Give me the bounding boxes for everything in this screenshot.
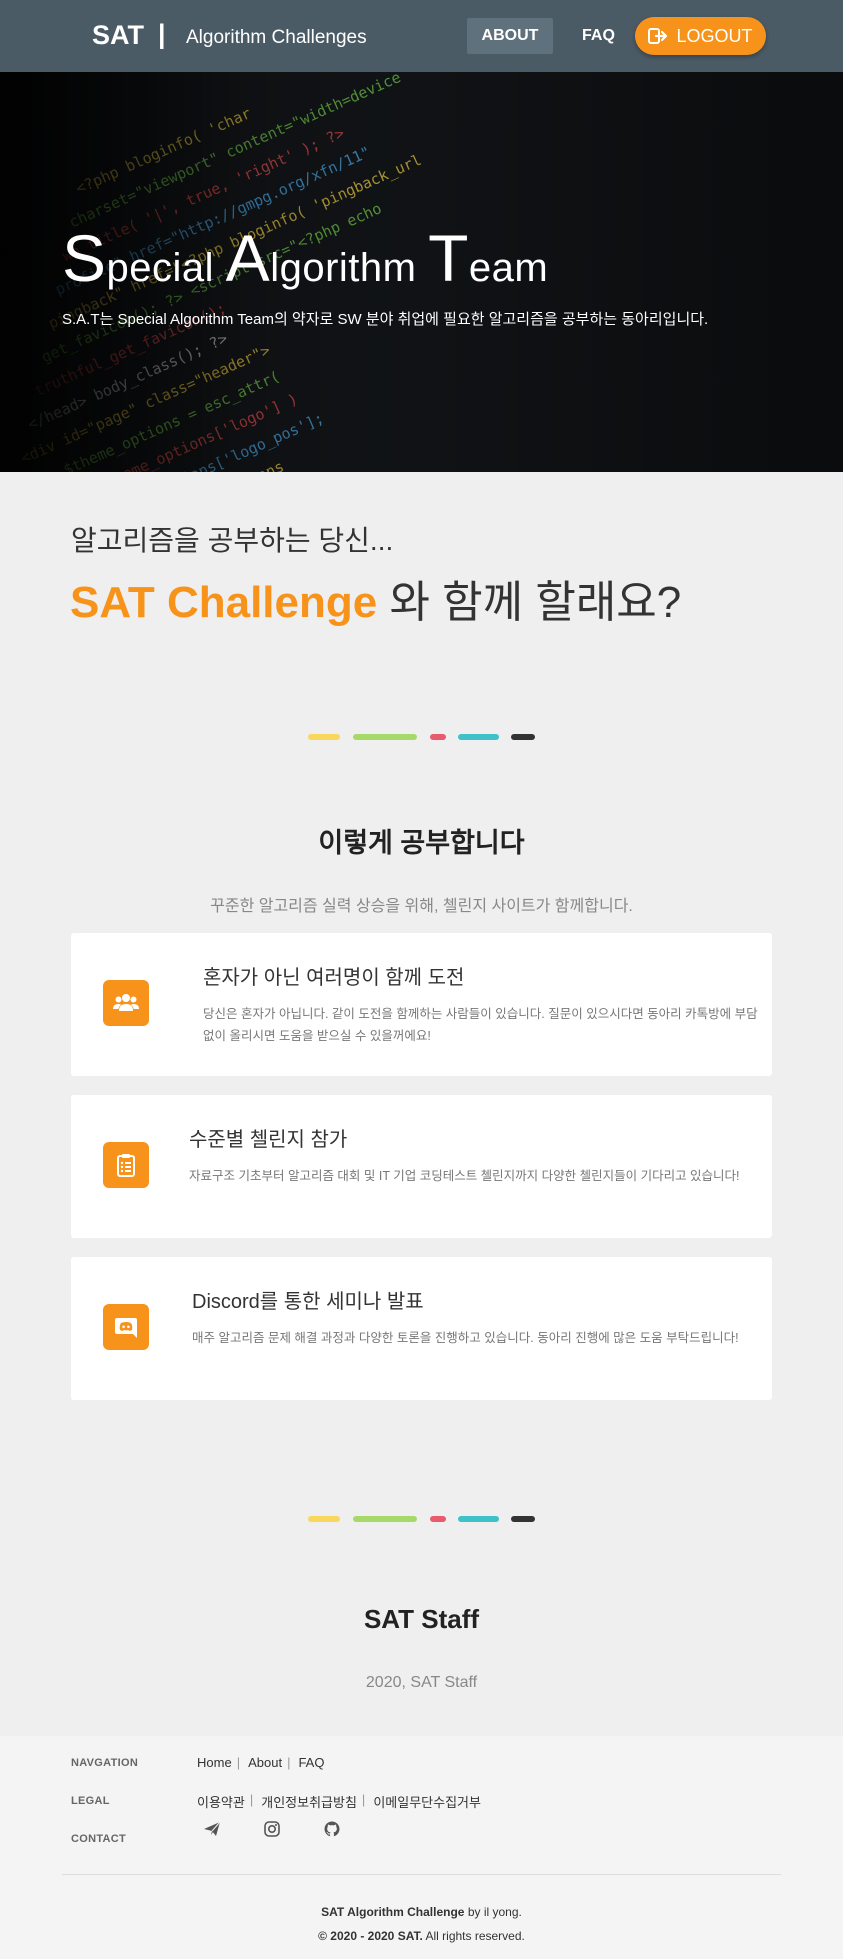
study-title: 이렇게 공부합니다 xyxy=(318,828,525,858)
feature-card-title: 수준별 첼린지 참가 xyxy=(189,1129,348,1151)
divider-segment-green xyxy=(353,734,417,740)
discord-icon xyxy=(103,1304,149,1350)
footer-legal-links: 이용약관 | 개인정보취급방침 | 이메일무단수집거부 xyxy=(197,1792,481,1811)
footer-credit-author: by il yong. xyxy=(464,1905,522,1919)
footer-credit-name: SAT Algorithm Challenge xyxy=(321,1905,465,1919)
divider-segment-dark xyxy=(511,1516,535,1522)
hero-description: S.A.T는 Special Algorithm Team의 약자로 SW 분야… xyxy=(62,311,709,328)
footer-navigation-label: NAVGATION xyxy=(71,1757,139,1769)
divider-segment-red xyxy=(430,1516,446,1522)
footer-divider xyxy=(62,1874,781,1875)
link-separator: | xyxy=(361,1792,366,1807)
brand-logo[interactable]: SAT xyxy=(92,20,144,51)
staff-title: SAT Staff xyxy=(363,1604,480,1634)
hero-title-rest-1: pecial xyxy=(106,246,215,290)
intro-accent: SAT Challenge xyxy=(70,578,378,627)
github-icon[interactable] xyxy=(323,1820,341,1838)
study-subtitle: 꾸준한 알고리즘 실력 상승을 위해, 첼린지 사이트가 함께합니다. xyxy=(210,898,633,915)
footer-copyright-years: © 2020 - 2020 SAT. xyxy=(318,1929,423,1943)
divider-segment-teal xyxy=(458,1516,499,1522)
nav-faq-link[interactable]: FAQ xyxy=(582,18,615,54)
footer-link-home[interactable]: Home xyxy=(197,1755,232,1770)
hero-title: Special Algorithm Team xyxy=(62,220,548,296)
footer-copyright-rights: All rights reserved. xyxy=(422,1929,525,1943)
intro-line-2-rest: 와 함께 할래요? xyxy=(377,578,682,627)
divider-segment-yellow xyxy=(308,734,340,740)
divider-segment-green xyxy=(353,1516,417,1522)
footer-link-about[interactable]: About xyxy=(248,1755,282,1770)
footer-link-terms[interactable]: 이용약관 xyxy=(197,1792,245,1811)
nav-about-button[interactable]: ABOUT xyxy=(467,18,553,54)
feature-card: 혼자가 아닌 여러명이 함께 도전 당신은 혼자가 아닙니다. 같이 도전을 함… xyxy=(71,933,772,1076)
footer-copyright: © 2020 - 2020 SAT. All rights reserved. xyxy=(0,1929,843,1943)
divider-segment-red xyxy=(430,734,446,740)
feature-card: Discord를 통한 세미나 발표 매주 알고리즘 문제 해결 과정과 다양한… xyxy=(71,1257,772,1400)
sign-out-icon xyxy=(648,28,668,44)
divider-segment-dark xyxy=(511,734,535,740)
feature-card: 수준별 첼린지 참가 자료구조 기초부터 알고리즘 대회 및 IT 기업 코딩테… xyxy=(71,1095,772,1238)
link-separator: | xyxy=(287,1755,291,1770)
feature-card-text: 매주 알고리즘 문제 해결 과정과 다양한 토론을 진행하고 있습니다. 동아리… xyxy=(192,1331,739,1345)
feature-card-text: 자료구조 기초부터 알고리즘 대회 및 IT 기업 코딩테스트 첼린지까지 다양… xyxy=(189,1169,740,1183)
staff-subtitle: 2020, SAT Staff xyxy=(365,1674,478,1691)
top-navbar: SAT | Algorithm Challenges ABOUT FAQ LOG… xyxy=(0,0,843,72)
hero-title-rest-2: lgorithm xyxy=(270,246,417,290)
intro-line-2: SAT Challenge 와 함께 할래요? xyxy=(70,566,681,630)
footer-link-email-policy[interactable]: 이메일무단수집거부 xyxy=(373,1792,481,1811)
link-separator: | xyxy=(249,1792,254,1807)
page-footer: NAVGATION Home | About | FAQ LEGAL 이용약관 | 개… xyxy=(0,1736,843,1959)
color-divider xyxy=(308,1516,535,1522)
footer-credit: SAT Algorithm Challenge by il yong. xyxy=(0,1905,843,1919)
color-divider xyxy=(308,734,535,740)
logout-label: LOGOUT xyxy=(676,25,753,46)
feature-card-title: 혼자가 아닌 여러명이 함께 도전 xyxy=(203,967,465,989)
footer-link-faq[interactable]: FAQ xyxy=(298,1755,324,1770)
divider-segment-yellow xyxy=(308,1516,340,1522)
feature-card-text: 당신은 혼자가 아닙니다. 같이 도전을 함께하는 사람들이 있습니다. 질문이… xyxy=(203,1007,758,1043)
instagram-icon[interactable] xyxy=(263,1820,281,1838)
hero-banner: <?php bloginfo( 'char charset="viewport"… xyxy=(0,72,843,472)
footer-contact-label: CONTACT xyxy=(71,1833,127,1845)
logout-button[interactable]: LOGOUT xyxy=(635,17,766,55)
divider-segment-teal xyxy=(458,734,499,740)
hero-title-cap-3: T xyxy=(428,221,469,295)
footer-navigation-links: Home | About | FAQ xyxy=(197,1755,324,1770)
hero-title-cap-2: A xyxy=(225,221,271,295)
feature-card-title: Discord를 통한 세미나 발표 xyxy=(192,1291,424,1313)
hero-title-cap-1: S xyxy=(62,221,107,295)
users-icon xyxy=(103,980,149,1026)
link-separator: | xyxy=(236,1755,241,1770)
footer-link-privacy[interactable]: 개인정보취급방침 xyxy=(261,1792,357,1811)
brand-subtitle[interactable]: Algorithm Challenges xyxy=(186,27,367,49)
footer-legal-label: LEGAL xyxy=(71,1795,110,1807)
clipboard-list-icon xyxy=(103,1142,149,1188)
brand-separator: | xyxy=(158,19,166,49)
hero-title-rest-3: eam xyxy=(468,246,549,290)
intro-line-1: 알고리즘을 공부하는 당신... xyxy=(71,525,394,556)
paper-plane-icon[interactable] xyxy=(203,1820,221,1838)
